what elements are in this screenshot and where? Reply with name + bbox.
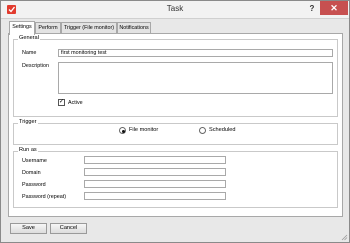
password-repeat-input[interactable] bbox=[84, 192, 226, 200]
run-as-group-title: Run as bbox=[18, 147, 38, 153]
active-checkbox[interactable]: ✓ bbox=[58, 99, 65, 106]
description-label: Description bbox=[22, 63, 49, 69]
settings-panel: General Name first monitoring test Descr… bbox=[8, 33, 343, 217]
name-input[interactable]: first monitoring test bbox=[58, 49, 333, 57]
help-button[interactable]: ? bbox=[306, 3, 318, 15]
tab-settings[interactable]: Settings bbox=[9, 21, 35, 35]
title-bar[interactable]: Task ? ✕ bbox=[1, 1, 349, 19]
password-repeat-label: Password (repeat) bbox=[22, 194, 67, 200]
active-label: Active bbox=[68, 100, 83, 106]
save-button[interactable]: Save bbox=[10, 223, 47, 234]
window-title: Task bbox=[166, 4, 184, 13]
password-label: Password bbox=[22, 182, 46, 188]
scheduled-label[interactable]: Scheduled bbox=[209, 127, 235, 133]
close-button[interactable]: ✕ bbox=[320, 1, 348, 15]
general-group-title: General bbox=[18, 35, 40, 41]
trigger-group-title: Trigger bbox=[18, 119, 38, 125]
file-monitor-label[interactable]: File monitor bbox=[129, 127, 158, 133]
cancel-button[interactable]: Cancel bbox=[50, 223, 87, 234]
username-label: Username bbox=[22, 158, 47, 164]
radio-selected-dot bbox=[121, 129, 125, 133]
password-input[interactable] bbox=[84, 180, 226, 188]
domain-input[interactable] bbox=[84, 168, 226, 176]
username-input[interactable] bbox=[84, 156, 226, 164]
description-textarea[interactable] bbox=[58, 62, 333, 94]
scheduled-radio[interactable] bbox=[199, 127, 206, 134]
file-monitor-radio[interactable] bbox=[119, 127, 126, 134]
domain-label: Domain bbox=[22, 170, 41, 176]
trigger-group bbox=[13, 123, 338, 145]
task-window: Task ? ✕ Settings Perform Trigger (File … bbox=[0, 0, 350, 243]
resize-grip-icon[interactable] bbox=[341, 234, 348, 241]
name-label: Name bbox=[22, 50, 37, 56]
